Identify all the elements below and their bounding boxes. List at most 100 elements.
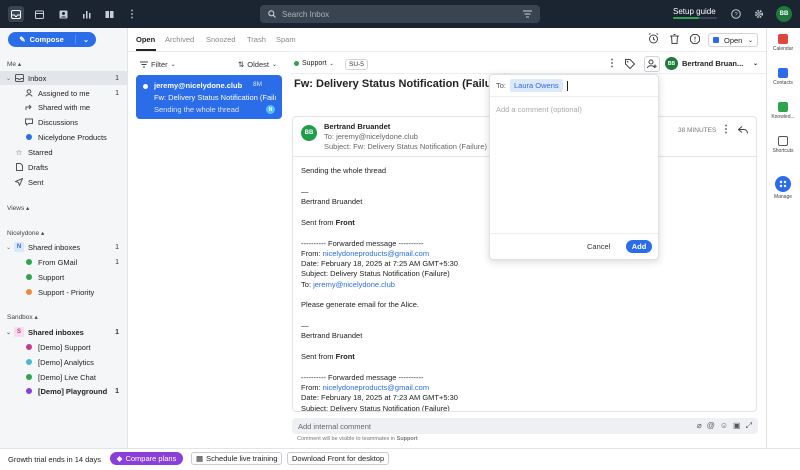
sidebar-item-nicelydone-products[interactable]: Nicelydone Products (0, 130, 127, 144)
inbox-color-dot (24, 342, 34, 352)
collapse-chevron-icon[interactable]: ⌄ (6, 329, 14, 336)
tag-support[interactable]: Support ⌄ (294, 60, 334, 67)
emoji-icon[interactable]: ☺ (720, 421, 728, 431)
more-options-icon[interactable]: ⋮ (607, 58, 617, 69)
message-body-line: Bertrand Bruandet (301, 331, 363, 340)
unread-count: 1 (115, 387, 119, 395)
add-assignee-icon[interactable] (644, 56, 660, 72)
knowledge-base-icon[interactable] (101, 6, 117, 22)
compare-plans-label: Compare plans (125, 454, 177, 463)
filter-icon (140, 61, 148, 68)
sender-name[interactable]: Bertrand Bruandet (324, 122, 390, 131)
inbox-icon[interactable] (8, 6, 24, 22)
add-comment-button[interactable]: Add (626, 240, 652, 253)
setup-guide-link[interactable]: Setup guide (673, 7, 716, 16)
attachment-icon[interactable]: ⌀ (697, 421, 702, 431)
help-icon[interactable]: ? (728, 6, 744, 22)
comment-recipient-field[interactable]: To: Laura Owens (490, 75, 658, 97)
sidebar-item-assigned[interactable]: Assigned to me 1 (0, 86, 127, 100)
internal-comment-input[interactable]: Add internal comment ⌀ @ ☺ ▣ ⤢ (292, 418, 758, 434)
tab-open[interactable]: Open (136, 35, 155, 44)
rail-calendar[interactable]: Calendar (766, 34, 800, 52)
trash-icon[interactable] (670, 34, 679, 44)
sidebar-item-label: Assigned to me (38, 88, 90, 98)
sidebar-item-sandbox-shared-inboxes[interactable]: ⌄ S Shared inboxes 1 (0, 325, 127, 339)
spam-alert-icon[interactable] (690, 34, 700, 44)
rail-knowledge[interactable]: Knowled... (766, 102, 800, 120)
assignee-dropdown[interactable]: BB Bertrand Bruan... ⌄ (665, 56, 758, 71)
compose-label[interactable]: ✎ Compose (8, 35, 76, 44)
status-dropdown[interactable]: Open ⌄ (708, 33, 758, 47)
rail-label: Manage (773, 194, 793, 200)
calendar-icon[interactable] (31, 6, 47, 22)
sidebar-item-drafts[interactable]: Drafts (0, 160, 127, 174)
inbox-color-dot (24, 357, 34, 367)
mention-icon[interactable]: @ (707, 421, 715, 431)
collapse-chevron-icon[interactable]: ⌄ (6, 75, 14, 82)
section-views-header[interactable]: Views ▴ (7, 204, 29, 212)
sidebar-item-demo-live-chat[interactable]: [Demo] Live Chat (0, 370, 127, 384)
sort-button[interactable]: ⇅ Oldest ⌄ (238, 60, 277, 69)
compose-button[interactable]: ✎ Compose ⌄ (8, 32, 96, 47)
sidebar-item-label: Shared with me (38, 102, 91, 112)
search-input[interactable]: Search Inbox (260, 5, 540, 23)
sidebar-item-starred[interactable]: ☆ Starred (0, 145, 127, 159)
snooze-clock-icon[interactable] (648, 33, 659, 44)
gif-icon[interactable]: ▣ (733, 421, 741, 431)
inbox-color-dot (24, 372, 34, 382)
compare-plans-button[interactable]: ◆ Compare plans (110, 452, 183, 465)
sidebar-item-shared-with-me[interactable]: Shared with me (0, 100, 127, 114)
assignee-avatar: BB (665, 57, 678, 70)
schedule-training-button[interactable]: ▦ Schedule live training (191, 452, 283, 465)
search-filter-icon[interactable] (523, 10, 532, 18)
sidebar-item-support-priority[interactable]: Support - Priority (0, 285, 127, 299)
calendar-icon: ▦ (196, 454, 204, 463)
expand-icon[interactable]: ⤢ (746, 421, 752, 431)
tab-trash[interactable]: Trash (247, 35, 266, 44)
sidebar-item-sent[interactable]: Sent (0, 175, 127, 189)
user-avatar[interactable]: BB (776, 6, 792, 22)
tag-icon[interactable] (625, 59, 635, 69)
recipient-chip[interactable]: Laura Owens (510, 79, 563, 92)
message-more-icon[interactable]: ⋮ (721, 124, 731, 135)
contacts-icon[interactable] (55, 6, 71, 22)
section-sandbox-header[interactable]: Sandbox ▴ (7, 313, 38, 321)
inbox-color-dot (24, 386, 34, 396)
email-link[interactable]: nicelydoneproducts@gmail.com (323, 249, 429, 258)
settings-gear-icon[interactable] (751, 6, 767, 22)
section-nicelydone-header[interactable]: Nicelydone ▴ (7, 229, 44, 237)
chevron-down-icon: ⌄ (747, 37, 753, 44)
download-desktop-button[interactable]: Download Front for desktop (287, 452, 390, 465)
analytics-icon[interactable] (78, 6, 94, 22)
sidebar-item-support[interactable]: Support (0, 270, 127, 284)
diamond-icon: ◆ (116, 454, 123, 463)
ticket-id-badge[interactable]: SU-5 (345, 59, 368, 70)
sidebar-item-inbox[interactable]: ⌄ Inbox 1 (0, 71, 127, 85)
collapse-chevron-icon[interactable]: ⌄ (6, 244, 14, 251)
sidebar-item-from-gmail[interactable]: From GMail 1 (0, 255, 127, 269)
rail-shortcuts[interactable]: Shortcuts (766, 136, 800, 154)
conversation-list-item[interactable]: jeremy@nicelydone.club 8M Fw: Delivery S… (136, 75, 282, 119)
knowledge-base-app-icon (778, 102, 788, 112)
rail-manage[interactable]: Manage (766, 176, 800, 200)
email-link[interactable]: jeremy@nicelydone.club (313, 280, 395, 289)
filter-button[interactable]: Filter ⌄ (140, 60, 176, 69)
chat-bubble-icon (24, 117, 34, 127)
paper-plane-icon (14, 177, 24, 187)
tab-archived[interactable]: Archived (165, 35, 194, 44)
sidebar-item-demo-playground[interactable]: [Demo] Playground 1 (0, 384, 127, 398)
more-apps-icon[interactable]: ⋮ (124, 6, 140, 22)
email-link[interactable]: nicelydoneproducts@gmail.com (323, 383, 429, 392)
setup-progress-fill (673, 17, 700, 19)
sidebar-item-demo-analytics[interactable]: [Demo] Analytics (0, 355, 127, 369)
cancel-button[interactable]: Cancel (587, 242, 610, 251)
rail-contacts[interactable]: Contacts (766, 68, 800, 86)
sidebar-item-demo-support[interactable]: [Demo] Support (0, 340, 127, 354)
compose-dropdown-chevron-icon[interactable]: ⌄ (76, 36, 96, 44)
sidebar-item-nicelydone-shared-inboxes[interactable]: ⌄ N Shared inboxes 1 (0, 240, 127, 254)
tab-snoozed[interactable]: Snoozed (206, 35, 236, 44)
reply-arrow-icon[interactable] (738, 126, 748, 134)
section-me-header[interactable]: Me ▴ (7, 60, 21, 68)
sidebar-item-discussions[interactable]: Discussions (0, 115, 127, 129)
comment-textarea[interactable]: Add a comment (optional) (496, 105, 582, 114)
